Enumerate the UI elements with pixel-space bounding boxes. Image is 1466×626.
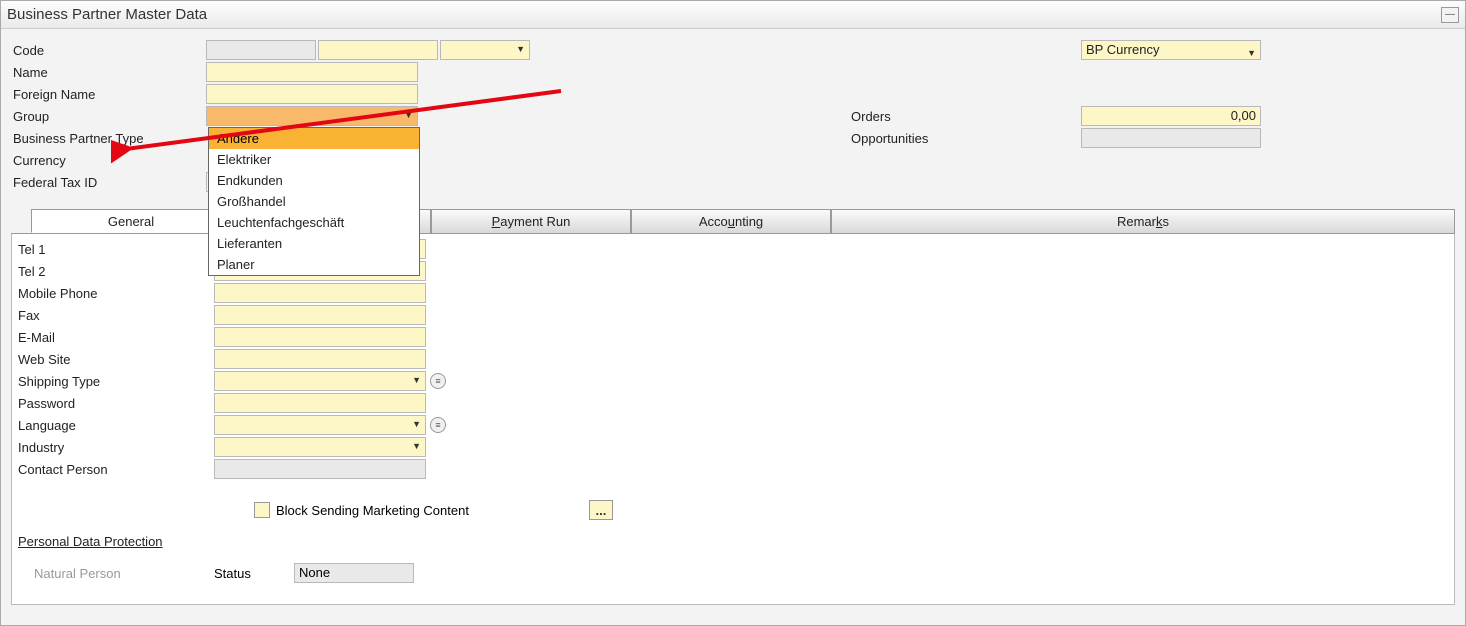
opportunities-label: Opportunities [851, 131, 1081, 146]
name-label: Name [11, 65, 206, 80]
group-option[interactable]: Endkunden [209, 170, 419, 191]
language-dropdown[interactable] [214, 415, 426, 435]
group-label: Group [11, 109, 206, 124]
status-value: None [294, 563, 414, 583]
bp-currency-dropdown[interactable]: BP Currency [1081, 40, 1261, 60]
tab-general[interactable]: General [31, 209, 231, 233]
group-option[interactable]: Planer [209, 254, 419, 275]
right-column: BP Currency Orders 0,00 Opportunities [851, 39, 1261, 149]
minimize-button[interactable]: — [1441, 7, 1459, 23]
email-input[interactable] [214, 327, 426, 347]
window-controls: — [1441, 7, 1459, 23]
tel1-label: Tel 1 [14, 242, 214, 257]
tab-payment-run[interactable]: Payment Run [431, 209, 631, 233]
shipping-type-link-icon[interactable]: ≡ [430, 373, 446, 389]
code-dropdown[interactable] [440, 40, 530, 60]
website-label: Web Site [14, 352, 214, 367]
language-link-icon[interactable]: ≡ [430, 417, 446, 433]
header-form: Code Name Foreign Name Group Busin [11, 39, 1455, 199]
orders-value: 0,00 [1081, 106, 1261, 126]
window-body: Code Name Foreign Name Group Busin [1, 29, 1465, 625]
code-label: Code [11, 43, 206, 58]
password-label: Password [14, 396, 214, 411]
email-label: E-Mail [14, 330, 214, 345]
bp-master-window: Business Partner Master Data — Code Name [0, 0, 1466, 626]
contact-person-input[interactable] [214, 459, 426, 479]
tab-general-body: Tel 1 Tel 2 Mobile Phone Fax E-Mail Web … [11, 234, 1455, 605]
fax-label: Fax [14, 308, 214, 323]
natural-person-label: Natural Person [14, 566, 214, 581]
block-marketing-checkbox[interactable] [254, 502, 270, 518]
password-input[interactable] [214, 393, 426, 413]
shipping-type-label: Shipping Type [14, 374, 214, 389]
federal-tax-label: Federal Tax ID [11, 175, 206, 190]
code-input[interactable] [318, 40, 438, 60]
group-option[interactable]: Andere [209, 128, 419, 149]
group-dropdown[interactable] [206, 106, 418, 126]
foreign-name-input[interactable] [206, 84, 418, 104]
tab-accounting[interactable]: Accounting [631, 209, 831, 233]
code-type-field[interactable] [206, 40, 316, 60]
bp-type-label: Business Partner Type [11, 131, 206, 146]
opportunities-value [1081, 128, 1261, 148]
titlebar: Business Partner Master Data — [1, 1, 1465, 29]
fax-input[interactable] [214, 305, 426, 325]
group-dropdown-popup[interactable]: AndereElektrikerEndkundenGroßhandelLeuch… [208, 127, 420, 276]
language-label: Language [14, 418, 214, 433]
block-marketing-details-button[interactable]: ... [589, 500, 613, 520]
tel2-label: Tel 2 [14, 264, 214, 279]
window-title: Business Partner Master Data [7, 6, 207, 23]
name-input[interactable] [206, 62, 418, 82]
mobile-label: Mobile Phone [14, 286, 214, 301]
foreign-name-label: Foreign Name [11, 87, 206, 102]
block-marketing-label: Block Sending Marketing Content [276, 503, 469, 518]
industry-label: Industry [14, 440, 214, 455]
shipping-type-dropdown[interactable] [214, 371, 426, 391]
group-option[interactable]: Elektriker [209, 149, 419, 170]
group-option[interactable]: Lieferanten [209, 233, 419, 254]
currency-label: Currency [11, 153, 206, 168]
personal-data-protection-link[interactable]: Personal Data Protection [14, 534, 214, 549]
industry-dropdown[interactable] [214, 437, 426, 457]
orders-label: Orders [851, 109, 1081, 124]
status-label: Status [214, 566, 294, 581]
group-option[interactable]: Leuchtenfachgeschäft [209, 212, 419, 233]
contact-person-label: Contact Person [14, 462, 214, 477]
mobile-input[interactable] [214, 283, 426, 303]
tab-remarks[interactable]: Remarks [831, 209, 1455, 233]
website-input[interactable] [214, 349, 426, 369]
group-option[interactable]: Großhandel [209, 191, 419, 212]
